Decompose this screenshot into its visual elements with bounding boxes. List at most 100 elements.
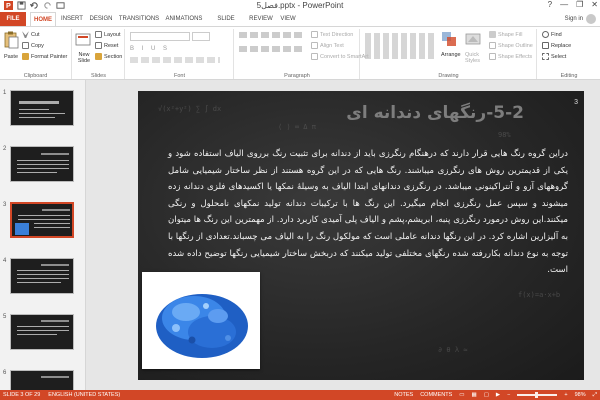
slide-thumbnail-4[interactable] xyxy=(10,258,74,294)
shape-fill-label: Shape Fill xyxy=(498,31,523,38)
window-title: فصل5.pptx - PowerPoint xyxy=(256,1,344,10)
new-slide-icon xyxy=(75,33,91,46)
arrange-button[interactable]: Arrange xyxy=(441,31,461,58)
photo-image xyxy=(146,276,256,365)
font-group-label: Font xyxy=(173,73,185,79)
arrange-icon xyxy=(442,32,456,46)
convert-smartart-button[interactable]: Convert to SmartArt xyxy=(311,53,369,60)
text-direction-button[interactable]: Text Direction xyxy=(311,31,353,38)
slideshow-view-icon[interactable]: ▶ xyxy=(496,390,500,400)
shape-fill-button[interactable]: Shape Fill xyxy=(489,31,522,38)
restore-button[interactable]: ❐ xyxy=(576,0,583,9)
copy-label: Copy xyxy=(31,42,44,49)
slide-sorter-icon[interactable]: ▦ xyxy=(472,390,477,400)
slide-thumbnail-2[interactable] xyxy=(10,146,74,182)
layout-button[interactable]: Layout xyxy=(95,31,121,38)
font-size-box[interactable] xyxy=(192,32,210,41)
status-right: NOTES COMMENTS ▭ ▦ ▢ ▶ − + 98% ⤢ xyxy=(394,390,597,400)
reset-icon xyxy=(95,42,102,49)
quick-styles-label: Quick Styles xyxy=(465,52,480,64)
normal-view-icon[interactable]: ▭ xyxy=(459,390,464,400)
align-text-button[interactable]: Align Text xyxy=(311,42,344,49)
sign-in[interactable]: Sign in xyxy=(565,12,596,26)
reset-button[interactable]: Reset xyxy=(95,42,118,49)
drawing-group-label: Drawing xyxy=(438,73,459,79)
current-slide[interactable]: √(x²+y²) ∑ ∫ dx ⟨ ⟩ ∞ Δ π 98% f(x)=a·x+b… xyxy=(138,91,584,380)
window-controls: ? — ❐ ✕ xyxy=(548,0,598,9)
slide-title[interactable]: 5-2-رنگهای دندانه ای xyxy=(346,103,524,123)
section-button[interactable]: Section xyxy=(95,53,122,60)
replace-button[interactable]: Replace xyxy=(542,42,571,49)
slide-thumbnail-3[interactable] xyxy=(10,202,74,238)
thumb-number: 1 xyxy=(3,90,7,96)
slide-thumbnail-5[interactable] xyxy=(10,314,74,350)
minimize-button[interactable]: — xyxy=(560,0,568,9)
comments-button[interactable]: COMMENTS xyxy=(420,390,452,400)
slide-thumbnails-panel[interactable]: 1 2 3 4 5 6 xyxy=(0,80,86,390)
find-label: Find xyxy=(551,31,562,38)
reading-view-icon[interactable]: ▢ xyxy=(484,390,489,400)
group-paragraph: Text Direction Align Text Convert to Sma… xyxy=(235,29,369,79)
select-icon xyxy=(542,53,549,60)
zoom-slider-handle[interactable] xyxy=(535,392,539,398)
select-button[interactable]: Select xyxy=(542,53,566,60)
slide-thumbnail-6[interactable] xyxy=(10,370,74,390)
paste-button[interactable]: Paste xyxy=(3,31,19,60)
chalk-decoration: √(x²+y²) ∑ ∫ dx xyxy=(158,105,222,113)
group-font: B I U S Font xyxy=(126,29,234,79)
new-slide-label: New Slide xyxy=(77,52,91,64)
shape-outline-label: Shape Outline xyxy=(498,42,533,49)
tab-view[interactable]: VIEW xyxy=(278,12,298,26)
list-buttons[interactable] xyxy=(239,32,305,38)
tab-design[interactable]: DESIGN xyxy=(88,12,114,26)
cut-button[interactable]: Cut xyxy=(22,31,40,38)
text-direction-label: Text Direction xyxy=(320,31,354,38)
quick-styles-button[interactable]: Quick Styles xyxy=(465,31,487,64)
font-name-box[interactable] xyxy=(130,32,190,41)
tab-review[interactable]: REVIEW xyxy=(248,12,274,26)
fit-slide-icon[interactable]: ⤢ xyxy=(593,390,597,400)
slides-group-label: Slides xyxy=(91,73,106,79)
shape-effects-button[interactable]: Shape Effects xyxy=(489,53,532,60)
clipboard-group-label: Clipboard xyxy=(23,73,48,79)
tab-home[interactable]: HOME xyxy=(30,12,56,26)
slide-thumbnail-1[interactable] xyxy=(10,90,74,126)
new-slide-button[interactable]: New Slide xyxy=(75,33,93,64)
zoom-out-icon[interactable]: − xyxy=(507,390,510,400)
zoom-slider[interactable] xyxy=(517,392,558,398)
cut-icon xyxy=(22,31,29,38)
notes-button[interactable]: NOTES xyxy=(394,390,413,400)
tab-file[interactable]: FILE xyxy=(0,12,26,26)
find-button[interactable]: Find xyxy=(542,31,562,38)
shape-outline-button[interactable]: Shape Outline xyxy=(489,42,533,49)
shape-effects-label: Shape Effects xyxy=(498,53,533,60)
thumb-number: 5 xyxy=(3,314,7,320)
status-bar: SLIDE 3 OF 29 ENGLISH (UNITED STATES) NO… xyxy=(0,390,600,400)
language-indicator[interactable]: ENGLISH (UNITED STATES) xyxy=(48,390,120,400)
ribbon: Paste Cut Copy Format Painter Clipboard … xyxy=(0,26,600,80)
replace-label: Replace xyxy=(551,42,572,49)
copy-button[interactable]: Copy xyxy=(22,42,44,49)
tab-insert[interactable]: INSERT xyxy=(60,12,84,26)
font-format-buttons[interactable]: B I U S xyxy=(130,46,170,52)
help-button[interactable]: ? xyxy=(548,0,552,9)
format-painter-button[interactable]: Format Painter xyxy=(22,53,67,60)
tab-animations[interactable]: ANIMATIONS xyxy=(164,12,204,26)
chalk-decoration: ⟨ ⟩ ∞ Δ π xyxy=(278,123,316,131)
avatar xyxy=(586,14,596,24)
slide-body-text[interactable]: دراین گروه رنگ هایی قرار دارند که درهنگا… xyxy=(168,146,568,279)
zoom-level[interactable]: 98% xyxy=(575,390,586,400)
chalk-decoration: ∂ θ λ ≈ xyxy=(438,346,468,354)
tab-slide-show[interactable]: SLIDE SHOW xyxy=(208,12,244,36)
font-tools-row[interactable] xyxy=(130,57,220,63)
alignment-buttons[interactable] xyxy=(239,46,305,52)
slide-editing-area[interactable]: √(x²+y²) ∑ ∫ dx ⟨ ⟩ ∞ Δ π 98% f(x)=a·x+b… xyxy=(86,80,600,390)
close-button[interactable]: ✕ xyxy=(591,0,598,9)
zoom-in-icon[interactable]: + xyxy=(564,390,567,400)
slide-number: 3 xyxy=(574,99,578,106)
shape-outline-icon xyxy=(489,42,496,49)
copper-sulfate-photo[interactable] xyxy=(142,272,260,369)
format-painter-label: Format Painter xyxy=(31,53,68,60)
tab-transitions[interactable]: TRANSITIONS xyxy=(118,12,160,26)
shapes-gallery[interactable] xyxy=(365,33,435,59)
